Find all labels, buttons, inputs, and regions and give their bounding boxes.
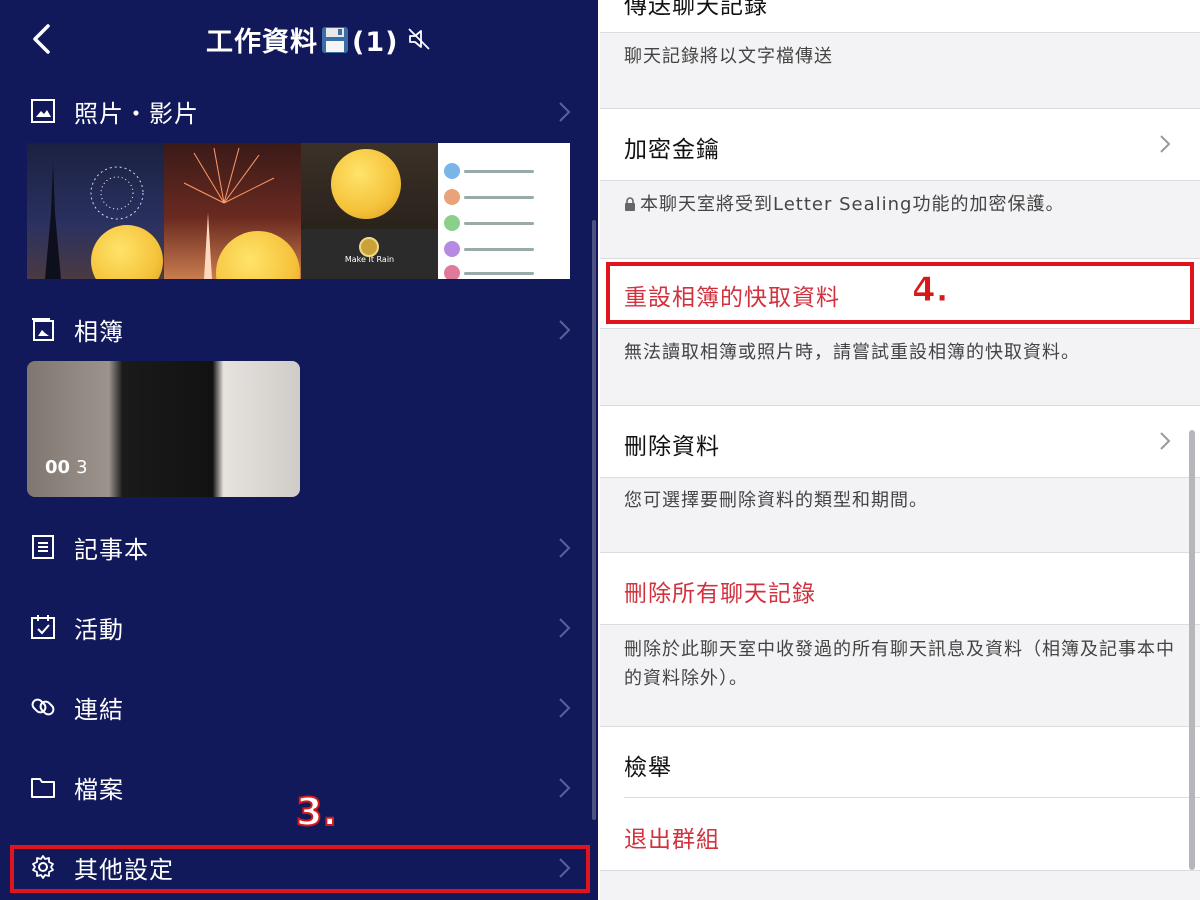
encryption-key-item[interactable]: 加密金鑰 [600, 108, 1200, 180]
chat-title: 工作資料 (1) [206, 20, 398, 59]
coin-icon [359, 237, 379, 257]
mute-icon [408, 28, 430, 50]
chevron-right-icon [559, 538, 571, 558]
encryption-key-title: 加密金鑰 [624, 137, 720, 163]
member-count: (1) [352, 27, 399, 58]
menu-item-label: 相簿 [74, 318, 124, 346]
other-settings-panel: 傳送聊天記錄 聊天記錄將以文字檔傳送 加密金鑰 本聊天室將受到Letter Se… [600, 0, 1200, 900]
divider [600, 180, 1200, 181]
calendar-check-icon [31, 615, 55, 639]
delete-data-item[interactable]: 刪除資料 [600, 405, 1200, 477]
delete-data-title: 刪除資料 [624, 434, 720, 460]
chat-title-text: 工作資料 [206, 27, 318, 58]
menu-item-events[interactable]: 活動 [0, 596, 598, 658]
divider [600, 726, 1200, 727]
send-chat-history-title: 傳送聊天記錄 [624, 0, 768, 19]
divider [600, 328, 1200, 329]
menu-item-photos-videos[interactable]: 照片・影片 [0, 80, 598, 142]
encryption-desc-text: 本聊天室將受到Letter Sealing功能的加密保護。 [640, 194, 1065, 215]
album-thumbnail[interactable]: 00 3 [27, 361, 300, 497]
menu-item-notes[interactable]: 記事本 [0, 516, 598, 578]
album-photo-count: 00 3 [45, 457, 88, 478]
album-icon [32, 318, 54, 341]
step-annotation-3: 3. [295, 789, 338, 835]
notes-icon [32, 535, 54, 559]
send-chat-history-section: 聊天記錄將以文字檔傳送 [600, 32, 1200, 108]
photo-thumbnails: Make It Rain [27, 143, 570, 279]
photo-thumbnail[interactable] [164, 143, 301, 279]
chevron-right-icon [559, 778, 571, 798]
menu-item-label: 檔案 [74, 776, 124, 804]
left-scrollbar[interactable] [592, 220, 596, 820]
report-item[interactable]: 檢舉 [600, 726, 1200, 798]
chevron-right-icon [559, 320, 571, 340]
chevron-right-icon [559, 102, 571, 122]
chat-menu-panel: 工作資料 (1) 照片・影片 Make It Rain 相簿 00 3 記事本 … [0, 0, 598, 900]
step-annotation-4: 4. [912, 270, 950, 311]
header-bar: 工作資料 (1) [0, 0, 598, 80]
divider [600, 624, 1200, 625]
divider [600, 870, 1200, 871]
chevron-right-icon [559, 618, 571, 638]
chevron-right-icon [1160, 135, 1171, 153]
divider [600, 405, 1200, 406]
photo-thumbnail[interactable] [27, 143, 164, 279]
encryption-desc: 本聊天室將受到Letter Sealing功能的加密保護。 [624, 190, 1064, 219]
leave-group-item[interactable]: 退出群組 [600, 798, 1200, 870]
divider [600, 258, 1200, 259]
report-title: 檢舉 [624, 755, 672, 781]
chevron-right-icon [1160, 432, 1171, 450]
menu-item-albums[interactable]: 相簿 [0, 298, 598, 360]
song-card: Make It Rain [301, 229, 438, 279]
menu-item-label: 記事本 [74, 536, 149, 564]
delete-all-chats-desc: 刪除於此聊天室中收發過的所有聊天訊息及資料（相簿及記事本中的資料除外）。 [624, 639, 1175, 689]
album-count-value: 3 [76, 457, 88, 478]
reset-album-cache-desc: 無法讀取相簿或照片時，請嘗試重設相簿的快取資料。 [624, 342, 1080, 363]
chevron-right-icon [559, 698, 571, 718]
menu-item-label: 連結 [74, 696, 124, 724]
delete-all-chats-title: 刪除所有聊天記錄 [624, 581, 816, 607]
photo-thumbnail[interactable] [438, 143, 570, 279]
highlight-box-other-settings [10, 845, 590, 893]
send-chat-history-desc: 聊天記錄將以文字檔傳送 [624, 46, 833, 67]
divider [600, 108, 1200, 109]
folder-icon [31, 778, 55, 798]
photo-icon [31, 99, 55, 123]
menu-item-label: 照片・影片 [74, 100, 199, 128]
divider [600, 477, 1200, 478]
divider [600, 552, 1200, 553]
photo-thumbnail[interactable]: Make It Rain [301, 143, 438, 279]
highlight-box-reset-cache [606, 262, 1194, 324]
leave-group-title: 退出群組 [624, 827, 720, 853]
menu-item-label: 活動 [74, 616, 124, 644]
lock-icon [625, 197, 635, 211]
money-face-emoji [331, 149, 401, 219]
floppy-disk-icon [322, 27, 348, 53]
delete-data-desc: 您可選擇要刪除資料的類型和期間。 [624, 490, 928, 511]
album-count-icon: 00 [45, 457, 71, 478]
divider [600, 32, 1200, 33]
delete-all-chats-item[interactable]: 刪除所有聊天記錄 [600, 552, 1200, 624]
right-scrollbar[interactable] [1189, 430, 1195, 870]
link-icon [31, 698, 55, 716]
back-arrow-icon[interactable] [26, 22, 60, 56]
send-chat-history-item[interactable]: 傳送聊天記錄 [600, 0, 1200, 32]
menu-item-links[interactable]: 連結 [0, 676, 598, 738]
